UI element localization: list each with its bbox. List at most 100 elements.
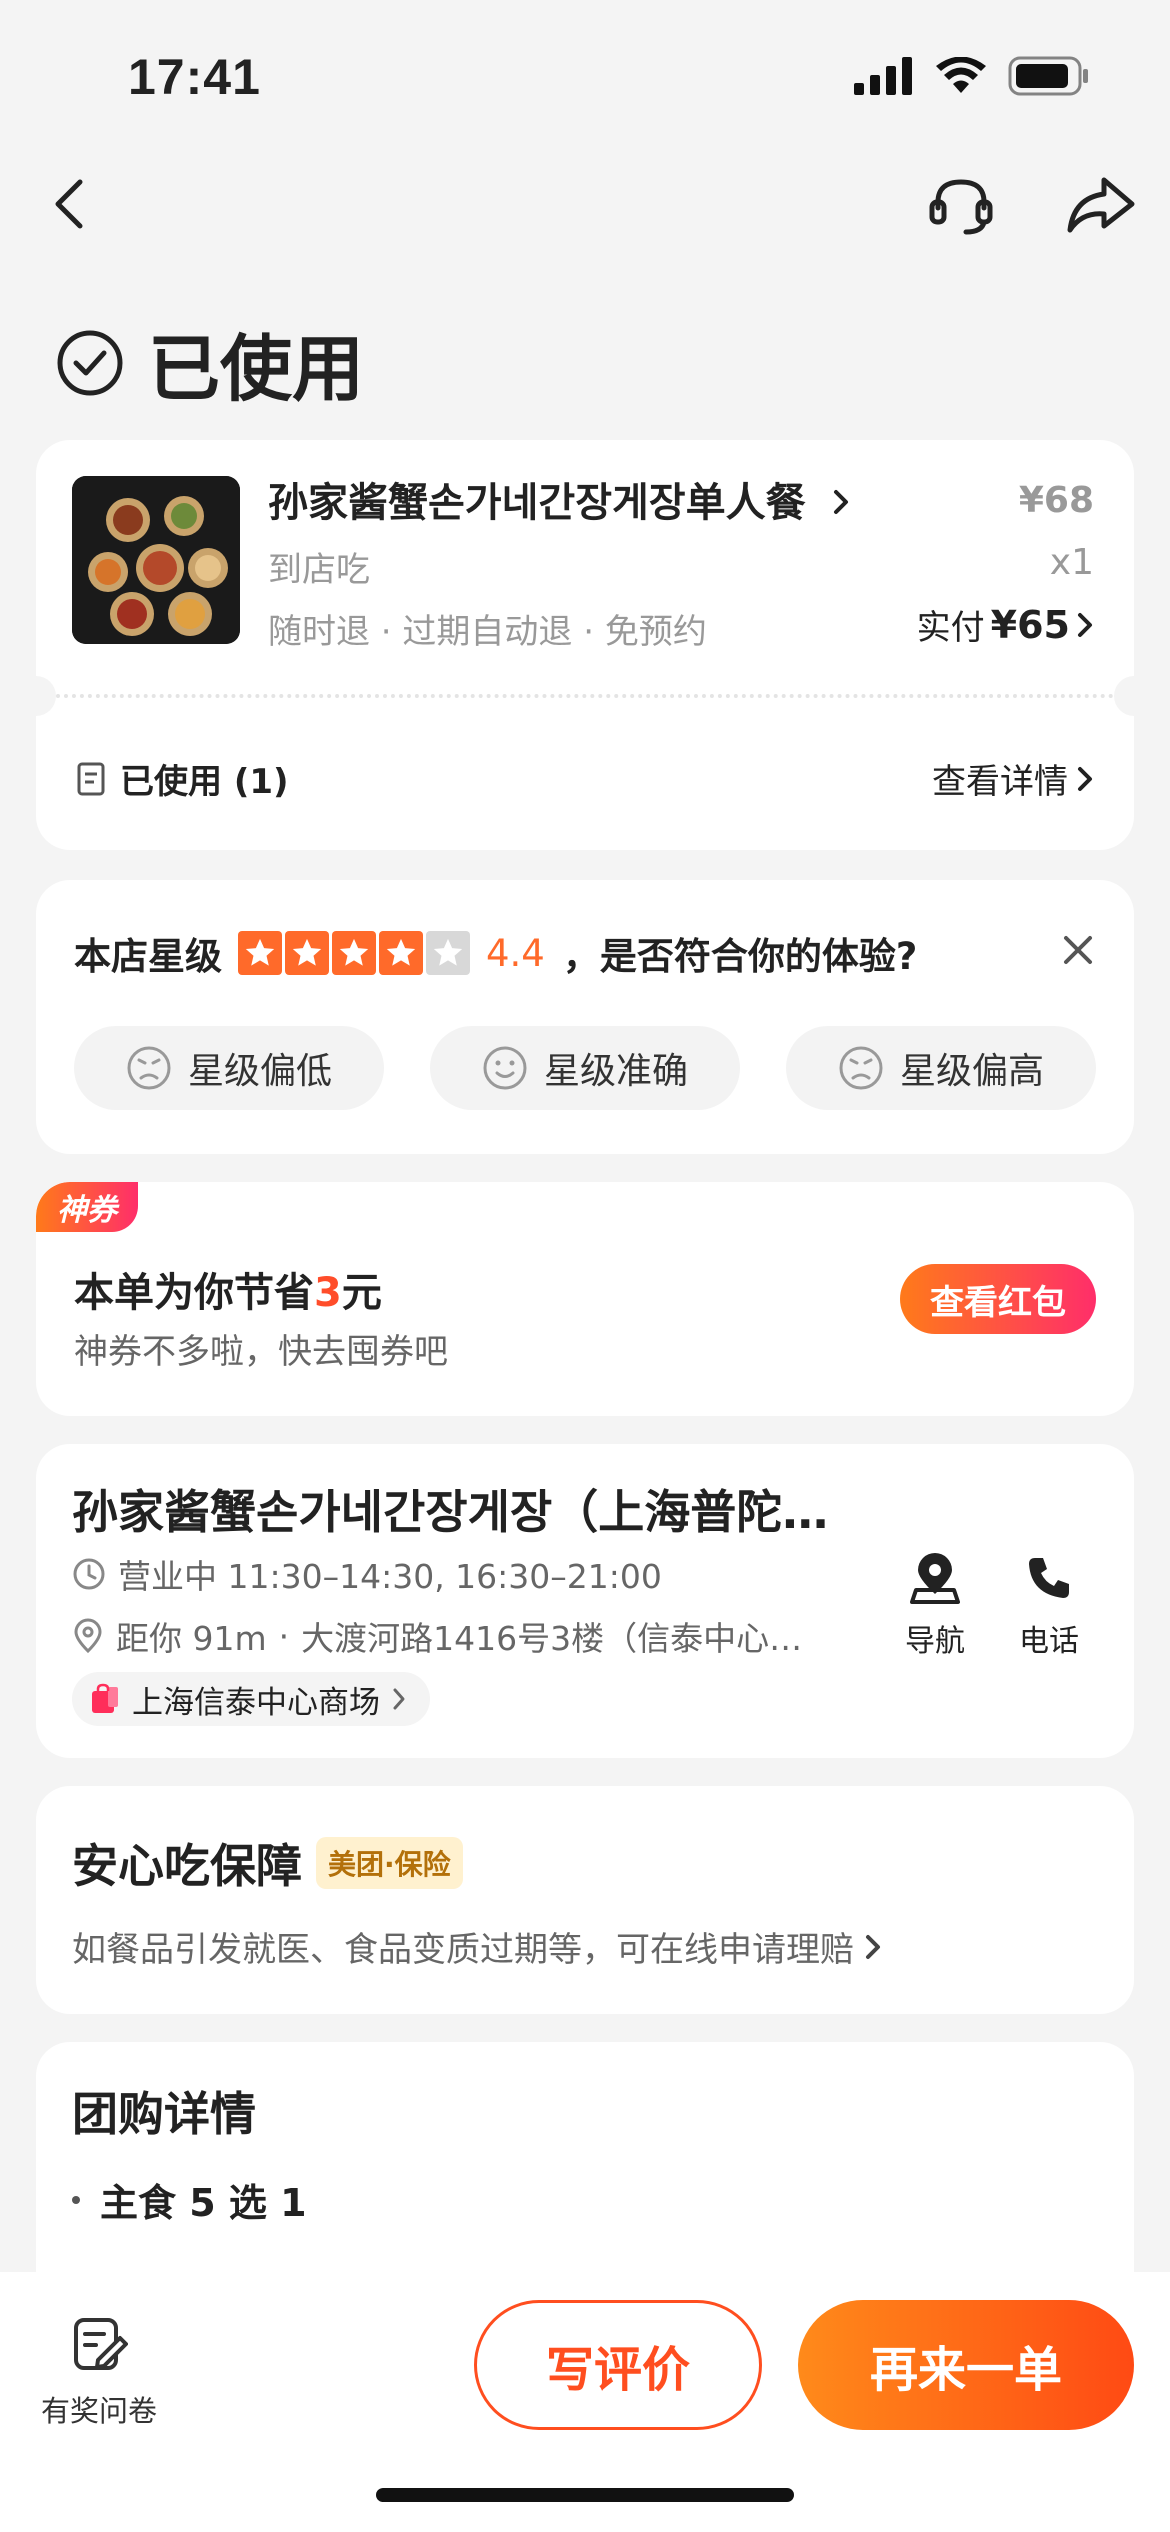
status-bar: 17:41 [0,0,1170,150]
coupon-savings-card: 神券 本单为你节省3元 神券不多啦，快去囤券吧 查看红包 [36,1182,1134,1416]
signal-icon [854,57,912,95]
rating-accurate-label: 星级准确 [543,1051,688,1092]
nav-bar [0,160,1170,250]
phone-button[interactable]: 电话 [1004,1548,1094,1660]
star-icon [379,931,423,975]
product-thumbnail[interactable] [72,476,240,644]
mall-tag[interactable]: 上海信泰中心商场 [72,1672,430,1726]
smile-face-icon [483,1046,527,1090]
separator-dot: · [278,1616,290,1656]
shop-info-card: 孙家酱蟹손가네간장게장（上海普陀… 营业中 11:30–14:30, 16:30… [36,1444,1134,1758]
guarantee-description: 如餐品引发就医、食品变质过期等，可在线申请理赔 [72,1930,854,1970]
rating-line: 本店星级 4.4 ，是否符合你的体验? [74,926,917,980]
chevron-right-icon [1078,612,1092,637]
star-icon [332,931,376,975]
navigation-pin-icon [910,1553,960,1604]
shop-name[interactable]: 孙家酱蟹손가네간장게장（上海普陀… [72,1476,828,1542]
rating-low-button[interactable]: 星级偏低 [74,1026,384,1110]
battery-icon [1008,56,1088,96]
view-red-packet-button[interactable]: 查看红包 [900,1264,1096,1334]
rating-score: 4.4 [486,931,545,975]
sad-face-icon [127,1046,171,1090]
guarantee-title-row: 安心吃保障 美团·保险 [72,1830,463,1896]
star-icon [285,931,329,975]
ticket-perforation [56,694,1114,698]
share-icon[interactable] [1064,172,1136,238]
insurance-badge: 美团·保险 [316,1837,463,1889]
home-indicator [376,2488,794,2502]
rating-feedback-card: 本店星级 4.4 ，是否符合你的体验? 星级偏低 星级准确 星级偏高 [36,880,1134,1154]
customer-service-icon[interactable] [926,172,996,238]
location-pin-icon [74,1618,102,1654]
ticket-notch-left [16,676,56,716]
back-arrow-icon[interactable] [42,174,102,234]
guarantee-description-row: 如餐品引发就医、食品变质过期等，可在线申请理赔 [72,1922,882,1971]
check-circle-icon [57,330,123,395]
chevron-right-icon [393,1688,405,1710]
guarantee-card[interactable]: 安心吃保障 美团·保险 如餐品引发就医、食品变质过期等，可在线申请理赔 [36,1786,1134,2014]
view-details-text: 查看详情 [932,762,1068,802]
original-price: ¥68 [1018,480,1094,521]
status-icons [854,56,1090,96]
savings-amount: 3 [314,1270,342,1316]
view-details-link[interactable]: 查看详情 [932,754,1094,803]
clock-icon [73,1558,105,1590]
phone-label: 电话 [1019,1624,1079,1659]
shopping-bag-icon [92,1683,118,1713]
shop-hours-row: 营业中 11:30–14:30, 16:30–21:00 [72,1550,662,1598]
star-rating [238,931,470,975]
write-review-button[interactable]: 写评价 [474,2300,762,2430]
rating-accurate-button[interactable]: 星级准确 [430,1026,740,1110]
product-subtitle: 到店吃 [268,550,370,590]
paid-label: 实付 [916,608,985,648]
chevron-right-icon [866,1934,880,1959]
status-time: 17:41 [128,49,261,105]
quantity: x1 [1049,542,1094,583]
savings-suffix: 元 [341,1270,382,1316]
savings-prefix: 本单为你节省 [74,1270,314,1316]
savings-text: 本单为你节省3元 [74,1260,382,1318]
food-image [72,476,240,644]
order-again-button[interactable]: 再来一单 [798,2300,1134,2430]
used-voucher-row: 已使用 (1) [76,754,289,803]
rating-options: 星级偏低 星级准确 星级偏高 [74,1026,1096,1110]
wifi-icon [936,57,986,93]
navigate-label: 导航 [905,1624,965,1659]
paid-amount-row[interactable]: 实付 ¥65 [917,600,1094,649]
details-item-text: 主食 5 选 1 [100,2181,307,2225]
paid-amount: ¥65 [990,602,1070,647]
navigate-button[interactable]: 导航 [890,1548,980,1660]
star-icon [238,931,282,975]
ticket-notch-right [1114,676,1154,716]
guarantee-title: 安心吃保障 [72,1839,302,1893]
product-name-text: 孙家酱蟹손가네간장게장单人餐 [268,480,806,526]
rating-question: ，是否符合你的体验? [562,935,918,978]
star-empty-icon [426,931,470,975]
mall-name: 上海信泰中心商场 [132,1684,380,1721]
shop-distance: 距你 91m [116,1619,267,1658]
close-icon[interactable] [1060,932,1096,968]
shop-hours: 营业中 11:30–14:30, 16:30–21:00 [118,1557,662,1596]
bullet-dot [72,2195,80,2204]
rating-high-label: 星级偏高 [899,1051,1044,1092]
details-title: 团购详情 [72,2087,256,2141]
survey-edit-icon [74,2318,128,2370]
order-card: 孙家酱蟹손가네간장게장单人餐 到店吃 随时退 · 过期自动退 · 免预约 ¥68… [16,440,1154,850]
product-name[interactable]: 孙家酱蟹손가네간장게장单人餐 [268,470,850,528]
shop-address-row[interactable]: 距你 91m · 大渡河路1416号3楼（信泰中心… [72,1612,802,1660]
survey-label: 有奖问卷 [40,2394,157,2428]
phone-icon [1029,1558,1069,1598]
product-tags: 随时退 · 过期自动退 · 免预约 [268,612,707,652]
chevron-right-icon [1078,766,1092,791]
survey-button[interactable]: 有奖问卷 [34,2310,164,2430]
order-status-header: 已使用 [56,310,364,415]
coupon-badge: 神券 [36,1182,138,1232]
shop-address: 大渡河路1416号3楼（信泰中心… [301,1619,803,1658]
rating-low-label: 星级偏低 [187,1051,332,1092]
upset-face-icon [839,1046,883,1090]
order-status-label: 已使用 [148,327,365,411]
voucher-doc-icon [77,762,105,795]
rating-high-button[interactable]: 星级偏高 [786,1026,1096,1110]
list-item: 主食 5 选 1 [72,2172,307,2227]
chevron-right-icon [833,490,848,514]
